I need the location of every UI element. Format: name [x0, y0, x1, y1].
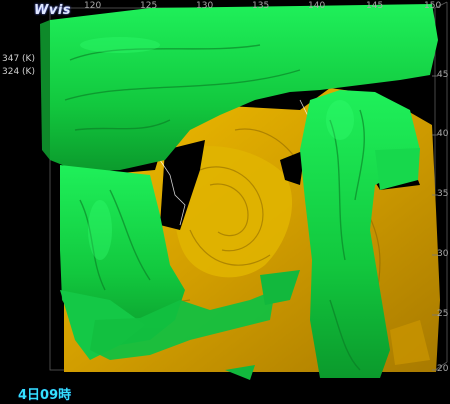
lon-tick-label: 130 [196, 1, 214, 11]
lat-tick-label: 40 [437, 129, 449, 139]
isosurface-label-347: 347 (K) [2, 54, 35, 64]
lat-tick-label: 45 [437, 70, 449, 80]
isosurface-label-324: 324 (K) [2, 67, 35, 77]
lon-tick-label: 125 [140, 1, 158, 11]
lon-tick-label: 150 [424, 1, 442, 11]
lon-tick-label: 120 [84, 1, 102, 11]
volume-render-viewport[interactable] [0, 0, 450, 404]
lat-tick-label: 30 [437, 249, 449, 259]
lat-tick-label: 20 [437, 364, 449, 374]
lon-tick-label: 145 [366, 1, 384, 11]
app-logo: Wvis [34, 3, 72, 18]
lon-tick-label: 140 [308, 1, 326, 11]
lat-tick-label: 35 [437, 189, 449, 199]
lon-tick-label: 135 [252, 1, 270, 11]
lat-tick-label: 25 [437, 309, 449, 319]
timestamp-label: 4日09時 [18, 388, 72, 403]
